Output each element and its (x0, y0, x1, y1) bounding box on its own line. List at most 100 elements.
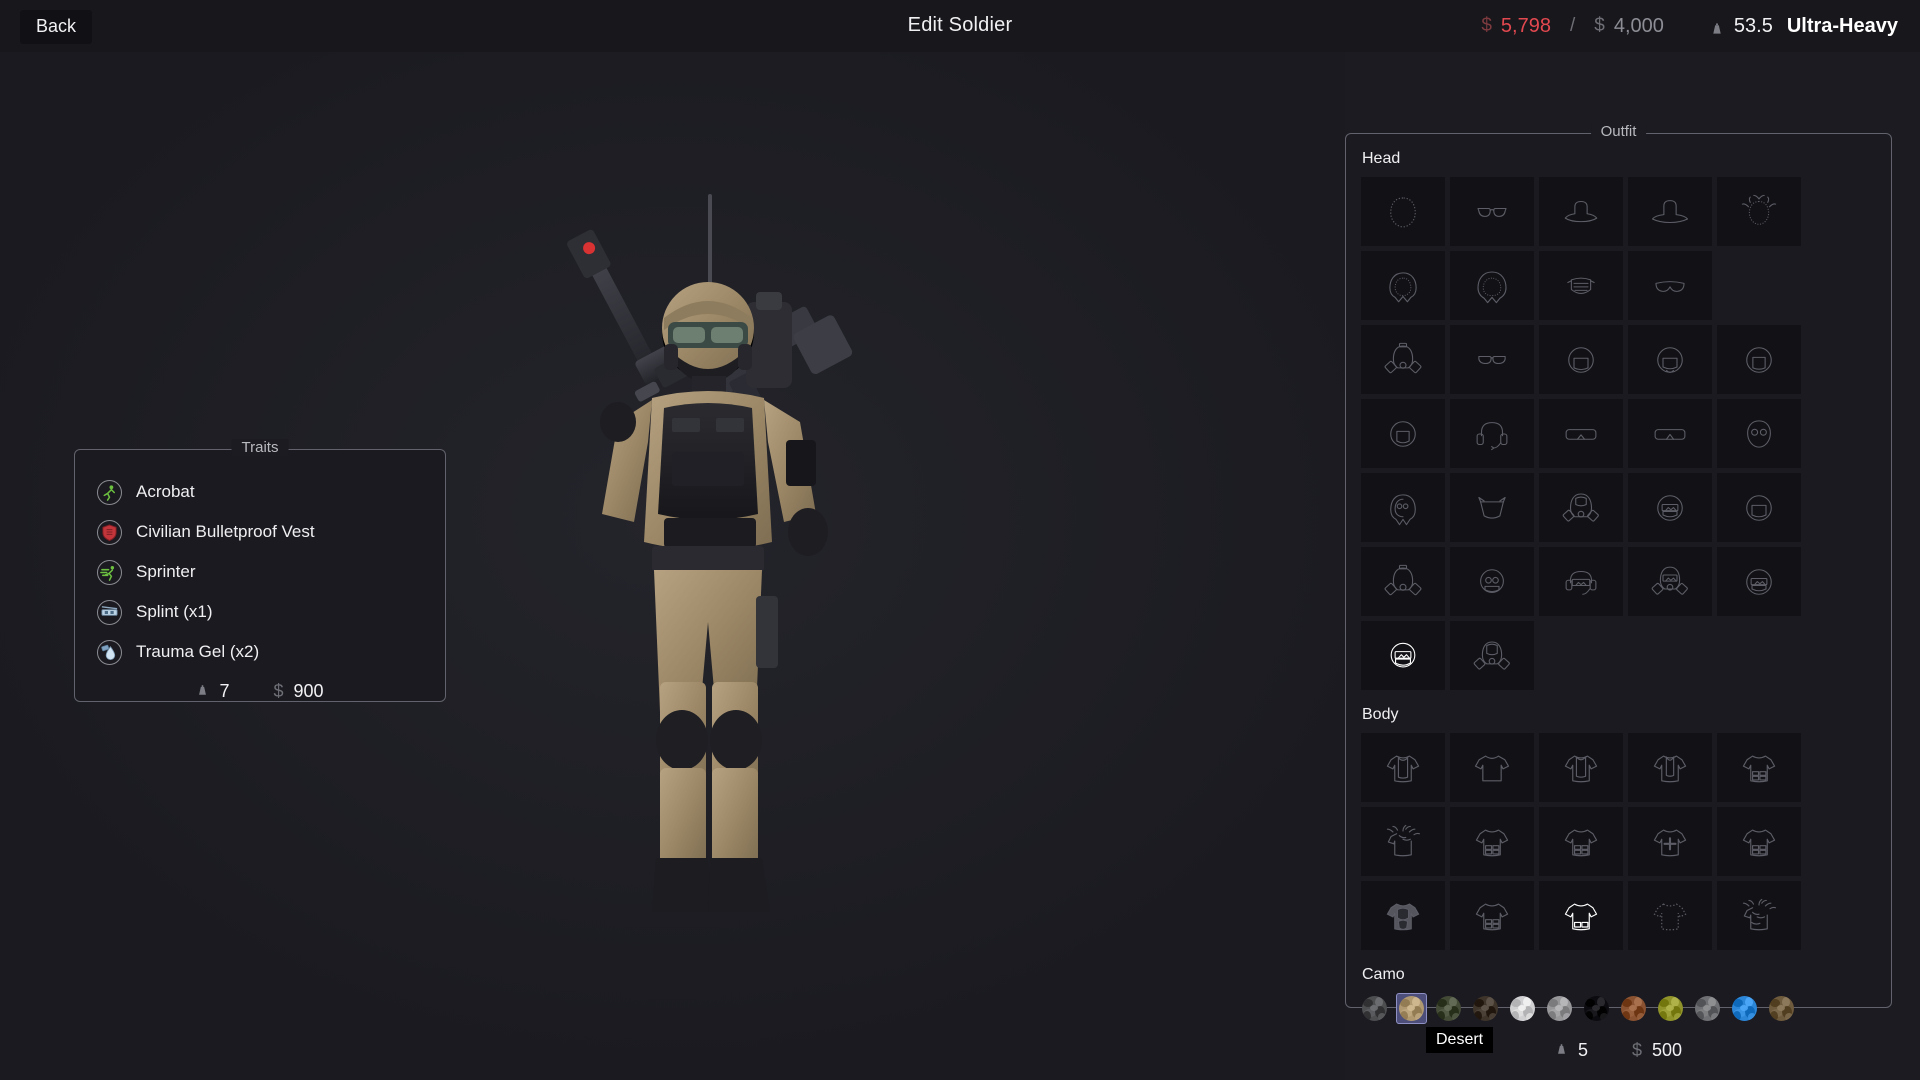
tactical-shirt-icon[interactable] (1450, 807, 1534, 876)
trait-label: Trauma Gel (x2) (136, 642, 260, 661)
gas-mask-tank-icon[interactable] (1361, 547, 1445, 616)
helmet-visorless-icon[interactable] (1361, 399, 1445, 468)
dotted-shirt-icon[interactable] (1628, 881, 1712, 950)
trait-row[interactable]: Sprinter (97, 552, 445, 592)
helmet-strap-icon[interactable] (1628, 325, 1712, 394)
camo-swatch-woodland[interactable] (1433, 993, 1464, 1024)
camo-swatch-color (1621, 996, 1646, 1021)
splint-icon (97, 599, 122, 625)
ghillie-suit-icon[interactable] (1717, 881, 1801, 950)
trait-row[interactable]: Trauma Gel (x2) (97, 632, 445, 672)
shirt-open-icon[interactable] (1361, 733, 1445, 802)
hood-eyes-icon[interactable] (1361, 473, 1445, 542)
hooded-respirator-icon[interactable] (1450, 621, 1534, 690)
camo-swatch-savanna[interactable] (1766, 993, 1797, 1024)
camo-swatch-ash[interactable] (1692, 993, 1723, 1024)
helmet-blank-icon[interactable] (1717, 473, 1801, 542)
outfit-panel-legend: Outfit (1590, 123, 1647, 140)
camo-swatch-olive[interactable] (1655, 993, 1686, 1024)
head-slot-empty (1717, 251, 1801, 320)
tactical-goggles-icon[interactable] (1539, 399, 1623, 468)
helmet-visor-icon[interactable] (1717, 547, 1801, 616)
boonie-hat-icon[interactable] (1539, 177, 1623, 246)
balaclava-dotted-icon[interactable] (1361, 177, 1445, 246)
section-title-camo: Camo (1362, 966, 1405, 983)
trait-row[interactable]: Splint (x1) (97, 592, 445, 632)
bucket-hat-icon[interactable] (1450, 473, 1534, 542)
traits-cost: $ 900 (273, 681, 323, 702)
camo-swatch-urban[interactable] (1544, 993, 1575, 1024)
weight-icon (1555, 1040, 1568, 1061)
gas-mask-goggles-icon[interactable] (1628, 547, 1712, 616)
shirt-pockets-icon[interactable] (1717, 733, 1801, 802)
camo-cost: $ 500 (1632, 1040, 1682, 1061)
weight-display: 53.5 Ultra-Heavy (1710, 15, 1898, 38)
trait-label: Civilian Bulletproof Vest (136, 522, 315, 541)
currency-icon: $ (1631, 1040, 1642, 1060)
trauma-gel-icon (97, 639, 122, 665)
traits-list: Acrobat Civilian Bulletproof Vest Sprinter… (75, 450, 445, 672)
combat-shirt-icon[interactable] (1539, 807, 1623, 876)
camo-swatch-arctic-blue[interactable] (1729, 993, 1760, 1024)
tshirt-plain-icon[interactable] (1450, 733, 1534, 802)
shirt-collar-icon[interactable] (1539, 733, 1623, 802)
camo-swatch-grey[interactable] (1359, 993, 1390, 1024)
camo-swatch-color (1362, 996, 1387, 1021)
ghillie-shirt-icon[interactable] (1361, 807, 1445, 876)
helmet-goggles-mask-icon[interactable] (1361, 621, 1445, 690)
budget-amount: 4,000 (1613, 14, 1664, 37)
camo-swatch-black[interactable] (1581, 993, 1612, 1024)
gas-mask-icon[interactable] (1361, 325, 1445, 394)
camo-swatch-rust[interactable] (1618, 993, 1649, 1024)
trait-row[interactable]: Civilian Bulletproof Vest (97, 512, 445, 552)
shirt-vneck-icon[interactable] (1628, 733, 1712, 802)
headset-icon[interactable] (1450, 399, 1534, 468)
outfit-panel: Outfit Head Body Camo 5 $ 500 Desert (1345, 123, 1892, 1060)
acrobat-icon (97, 479, 122, 505)
camo-tooltip: Desert (1426, 1027, 1494, 1053)
trait-label: Acrobat (136, 482, 195, 501)
spend-amount: 5,798 (1500, 14, 1551, 37)
top-bar: Back Edit Soldier $ 5,798 / $ 4,000 53.5… (0, 0, 1920, 52)
camo-swatch-brown[interactable] (1470, 993, 1501, 1024)
helmet-plain-icon[interactable] (1539, 325, 1623, 394)
round-respirator-icon[interactable] (1450, 547, 1534, 616)
pocket-shirt-icon[interactable] (1450, 881, 1534, 950)
traits-panel-legend: Traits (231, 439, 289, 456)
respirator-eyes-icon[interactable] (1717, 399, 1801, 468)
shield-icon (97, 519, 122, 545)
currency-icon: $ (273, 681, 284, 701)
armor-vest-icon[interactable] (1361, 881, 1445, 950)
sunglasses-icon[interactable] (1450, 325, 1534, 394)
helmet-open-icon[interactable] (1717, 325, 1801, 394)
field-shirt-icon[interactable] (1539, 881, 1623, 950)
headset-goggles-icon[interactable] (1539, 547, 1623, 616)
camo-weight: 5 (1555, 1040, 1588, 1061)
camo-swatch-color (1769, 996, 1794, 1021)
hood-round-dotted-icon[interactable] (1450, 251, 1534, 320)
hooded-gas-mask-icon[interactable] (1539, 473, 1623, 542)
trait-row[interactable]: Acrobat (97, 472, 445, 512)
trait-label: Sprinter (136, 562, 196, 581)
sprinter-icon (97, 559, 122, 585)
wide-brim-hat-icon[interactable] (1628, 177, 1712, 246)
traits-footer: 7 $ 900 (75, 681, 445, 702)
edit-soldier-screen: Back Edit Soldier $ 5,798 / $ 4,000 53.5… (0, 0, 1920, 1080)
surgical-mask-icon[interactable] (1539, 251, 1623, 320)
currency-icon-spend: $ (1481, 15, 1492, 36)
hood-dotted-icon[interactable] (1361, 251, 1445, 320)
camo-weight-value: 5 (1577, 1040, 1588, 1060)
ballistic-goggles-icon[interactable] (1628, 399, 1712, 468)
camo-swatch-color (1658, 996, 1683, 1021)
wraparound-glasses-icon[interactable] (1628, 251, 1712, 320)
aviator-glasses-icon[interactable] (1450, 177, 1534, 246)
camo-swatch-color (1695, 996, 1720, 1021)
medic-shirt-icon[interactable] (1628, 807, 1712, 876)
utility-shirt-icon[interactable] (1717, 807, 1801, 876)
body-grid (1361, 733, 1891, 950)
camo-swatch-desert[interactable] (1396, 993, 1427, 1024)
camo-swatch-snow[interactable] (1507, 993, 1538, 1024)
ghillie-hood-icon[interactable] (1717, 177, 1801, 246)
weight-icon (1710, 19, 1724, 34)
helmet-goggles-icon[interactable] (1628, 473, 1712, 542)
